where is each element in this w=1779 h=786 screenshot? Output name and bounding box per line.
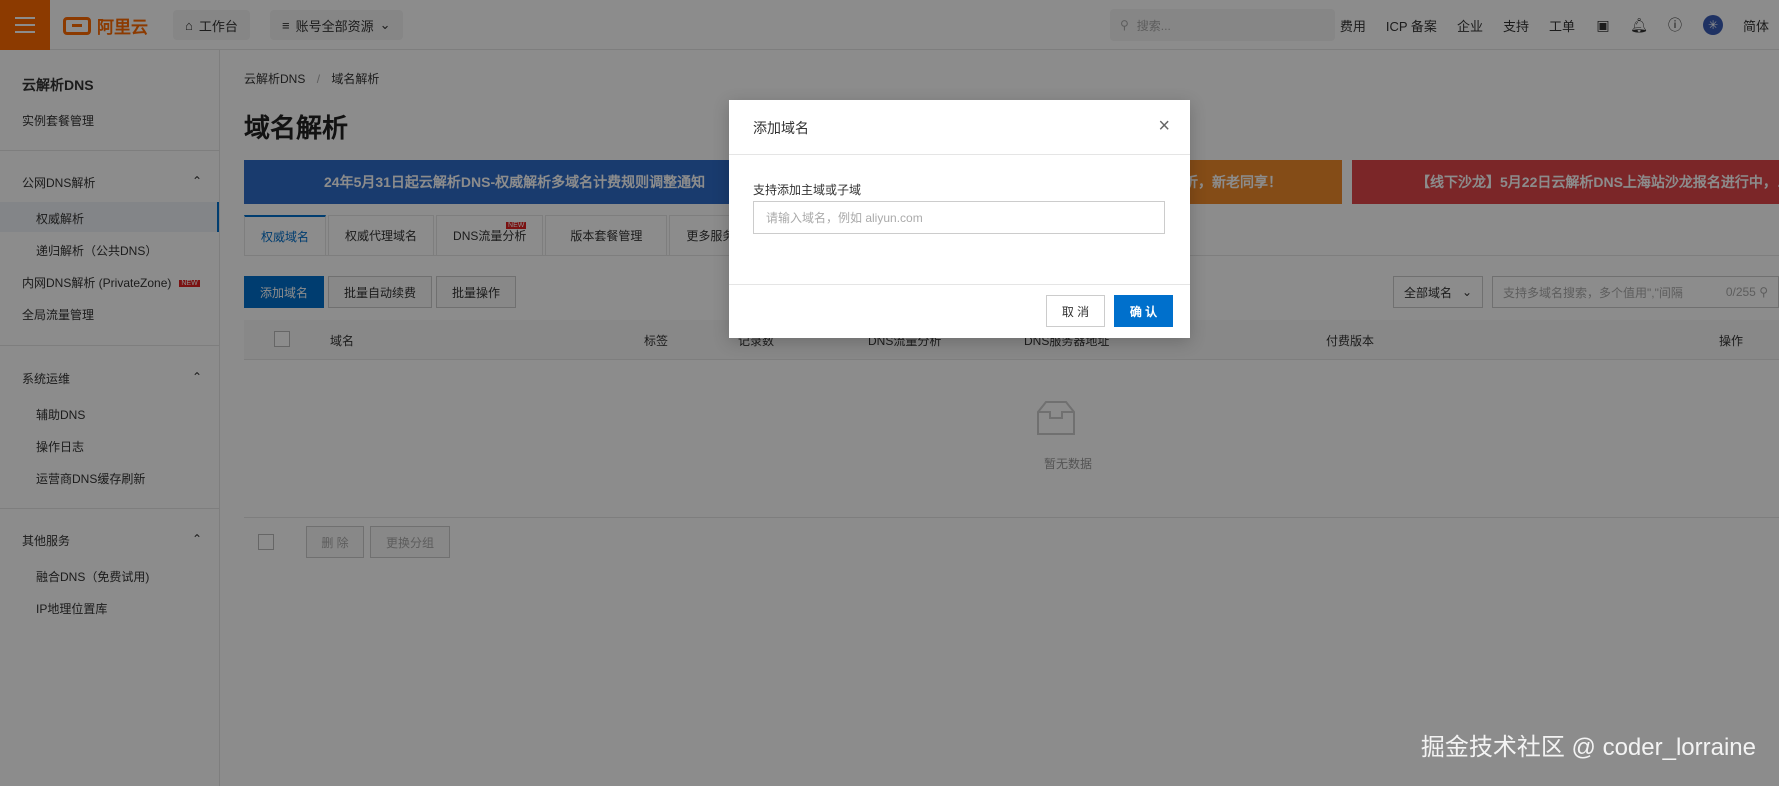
dialog-title: 添加域名 (753, 120, 809, 136)
divider (729, 284, 1190, 285)
cancel-button[interactable]: 取 消 (1046, 295, 1105, 327)
confirm-button[interactable]: 确 认 (1114, 295, 1173, 327)
add-domain-dialog: 添加域名 × 支持添加主域或子域 取 消 确 认 (729, 100, 1190, 338)
watermark-text: 掘金技术社区 @ coder_lorraine (1420, 734, 1756, 761)
domain-input[interactable] (753, 201, 1165, 234)
domain-field-label: 支持添加主域或子域 (753, 183, 862, 197)
close-icon[interactable]: × (1158, 116, 1170, 136)
divider (729, 154, 1190, 155)
